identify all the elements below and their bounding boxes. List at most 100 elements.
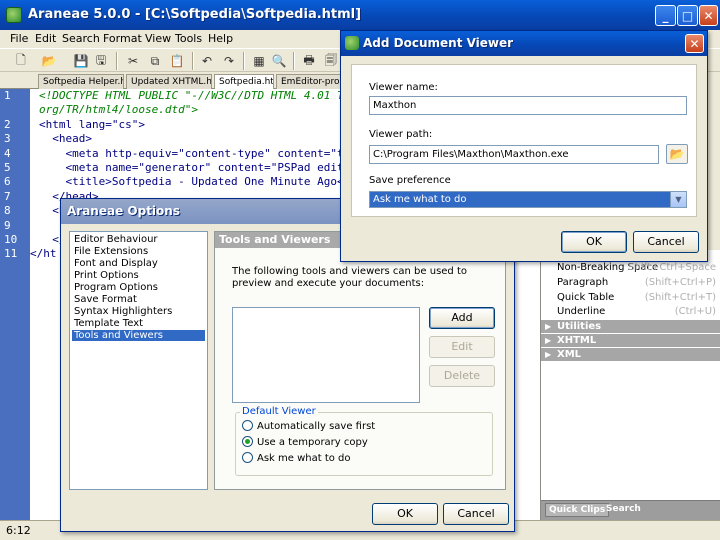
undo-icon[interactable]: ↶ <box>198 52 216 70</box>
save-preference-select[interactable]: Ask me what to do ▼ <box>369 191 687 208</box>
maximize-icon[interactable]: □ <box>677 5 698 26</box>
category-item[interactable]: Program Options <box>72 282 205 293</box>
close-icon[interactable]: ✕ <box>699 5 718 26</box>
tab-emeditor[interactable]: EmEditor-pro--be <box>276 74 345 89</box>
window-titlebar[interactable]: Araneae 5.0.0 - [C:\Softpedia\Softpedia.… <box>0 0 720 30</box>
tab-softpedia-html[interactable]: Softpedia.html <box>214 74 274 89</box>
menu-edit[interactable]: Edit <box>35 32 56 45</box>
category-item[interactable]: Font and Display <box>72 258 205 269</box>
menu-format[interactable]: Format <box>103 32 142 45</box>
viewer-path-label: Viewer path: <box>369 129 433 140</box>
cursor-position: 6:12 <box>6 524 31 537</box>
tab-quick-clips[interactable]: Quick Clips <box>545 503 610 517</box>
close-icon[interactable]: ✕ <box>685 34 704 53</box>
chevron-down-icon[interactable]: ▼ <box>670 192 686 207</box>
app-logo-icon <box>345 36 359 50</box>
pane-description: The following tools and viewers can be u… <box>232 266 467 289</box>
clip-panel-tabs: Quick Clips Search <box>541 500 720 520</box>
clip-shortcut: (Ctrl+U) <box>674 306 716 317</box>
viewer-ok-button[interactable]: OK <box>561 231 627 253</box>
clip-shortcut: Shift+Ctrl+Space <box>628 262 716 273</box>
tab-search[interactable]: Search <box>603 503 644 515</box>
line-number-gutter: 1 2 3 4 5 6 7 8 9 10 11 <box>0 89 30 520</box>
section-xhtml[interactable]: ▶ XHTML <box>541 334 720 347</box>
default-viewer-group: Default Viewer Automatically save first … <box>235 406 493 476</box>
code-line: <title>Softpedia - Updated One Minute Ag… <box>39 175 357 188</box>
category-item-selected[interactable]: Tools and Viewers <box>72 330 205 341</box>
clip-item[interactable]: Quick Table <box>557 292 614 303</box>
delete-button[interactable]: Delete <box>429 365 495 387</box>
radio-label: Automatically save first <box>257 421 376 432</box>
minimize-icon[interactable]: _ <box>655 5 676 26</box>
menu-view[interactable]: View <box>145 32 171 45</box>
viewer-list[interactable] <box>232 307 420 403</box>
category-item[interactable]: File Extensions <box>72 246 205 257</box>
tab-softpedia-helper[interactable]: Softpedia Helper.htm <box>38 74 124 89</box>
options-ok-button[interactable]: OK <box>372 503 438 525</box>
add-viewer-body: Viewer name: Viewer path: 📂 Save prefere… <box>351 64 697 217</box>
line-number: 6 <box>4 175 11 188</box>
viewer-cancel-button[interactable]: Cancel <box>633 231 699 253</box>
browse-folder-icon[interactable]: 📂 <box>666 144 688 164</box>
tab-updated-xhtml[interactable]: Updated XHTML.html <box>126 74 212 89</box>
toolbar-separator <box>293 52 295 70</box>
category-item[interactable]: Template Text <box>72 318 205 329</box>
clip-shortcut: (Shift+Ctrl+P) <box>644 277 716 288</box>
save-icon[interactable]: 💾 <box>72 52 90 70</box>
redo-icon[interactable]: ↷ <box>220 52 238 70</box>
menu-file[interactable]: File <box>10 32 28 45</box>
add-viewer-titlebar[interactable]: Add Document Viewer ✕ <box>341 31 707 56</box>
menu-help[interactable]: Help <box>208 32 233 45</box>
code-line: </ht <box>30 247 57 260</box>
category-item[interactable]: Save Format <box>72 294 205 305</box>
options-dialog-title: Araneae Options <box>67 204 180 218</box>
new-file-icon[interactable]: 🗋 <box>12 52 30 70</box>
radio-ask[interactable]: Ask me what to do <box>242 452 351 464</box>
clip-shortcut: (Shift+Ctrl+T) <box>644 292 716 303</box>
print-icon[interactable]: 🖶 <box>300 52 318 70</box>
save-all-icon[interactable]: 🖫 <box>92 52 110 70</box>
toolbar-separator <box>192 52 194 70</box>
select-value: Ask me what to do <box>373 194 467 205</box>
radio-label: Use a temporary copy <box>257 437 368 448</box>
category-item[interactable]: Syntax Highlighters <box>72 306 205 317</box>
line-number: 9 <box>4 219 11 232</box>
line-number: 3 <box>4 132 11 145</box>
open-folder-icon[interactable]: 📂 <box>40 52 58 70</box>
edit-button[interactable]: Edit <box>429 336 495 358</box>
code-line: <meta http-equiv="content-type" content=… <box>39 147 357 160</box>
preview-icon[interactable]: 🗐 <box>322 52 340 70</box>
copy-icon[interactable]: ⧉ <box>146 52 164 70</box>
code-line: <head> <box>39 132 92 145</box>
toolbar-separator <box>243 52 245 70</box>
line-number: 4 <box>4 147 11 160</box>
menu-tools[interactable]: Tools <box>175 32 202 45</box>
cut-icon[interactable]: ✂ <box>124 52 142 70</box>
category-item[interactable]: Editor Behaviour <box>72 234 205 245</box>
panel-layout-icon[interactable]: ▦ <box>250 52 268 70</box>
section-utilities[interactable]: ▶ Utilities <box>541 320 720 333</box>
viewer-path-input[interactable] <box>369 145 659 164</box>
options-category-list[interactable]: Editor Behaviour File Extensions Font an… <box>69 231 208 490</box>
section-xml[interactable]: ▶ XML <box>541 348 720 361</box>
add-viewer-title: Add Document Viewer <box>363 36 514 50</box>
radio-temp-copy[interactable]: Use a temporary copy <box>242 436 368 448</box>
radio-auto-save[interactable]: Automatically save first <box>242 420 375 432</box>
section-label: XHTML <box>557 335 597 346</box>
line-number: 8 <box>4 204 11 217</box>
clip-item[interactable]: Paragraph <box>557 277 608 288</box>
viewer-name-input[interactable] <box>369 96 687 115</box>
radio-label: Ask me what to do <box>257 453 351 464</box>
document-tabs: Softpedia Helper.htm Updated XHTML.html … <box>0 73 345 89</box>
clip-item[interactable]: Underline <box>557 306 605 317</box>
paste-icon[interactable]: 📋 <box>168 52 186 70</box>
category-item[interactable]: Print Options <box>72 270 205 281</box>
line-number: 10 <box>4 233 18 246</box>
viewer-name-label: Viewer name: <box>369 82 438 93</box>
window-title: Araneae 5.0.0 - [C:\Softpedia\Softpedia.… <box>28 7 362 22</box>
add-button[interactable]: Add <box>429 307 495 329</box>
radio-circle <box>242 420 253 431</box>
find-icon[interactable]: 🔍 <box>270 52 288 70</box>
menu-search[interactable]: Search <box>62 32 100 45</box>
options-cancel-button[interactable]: Cancel <box>443 503 509 525</box>
